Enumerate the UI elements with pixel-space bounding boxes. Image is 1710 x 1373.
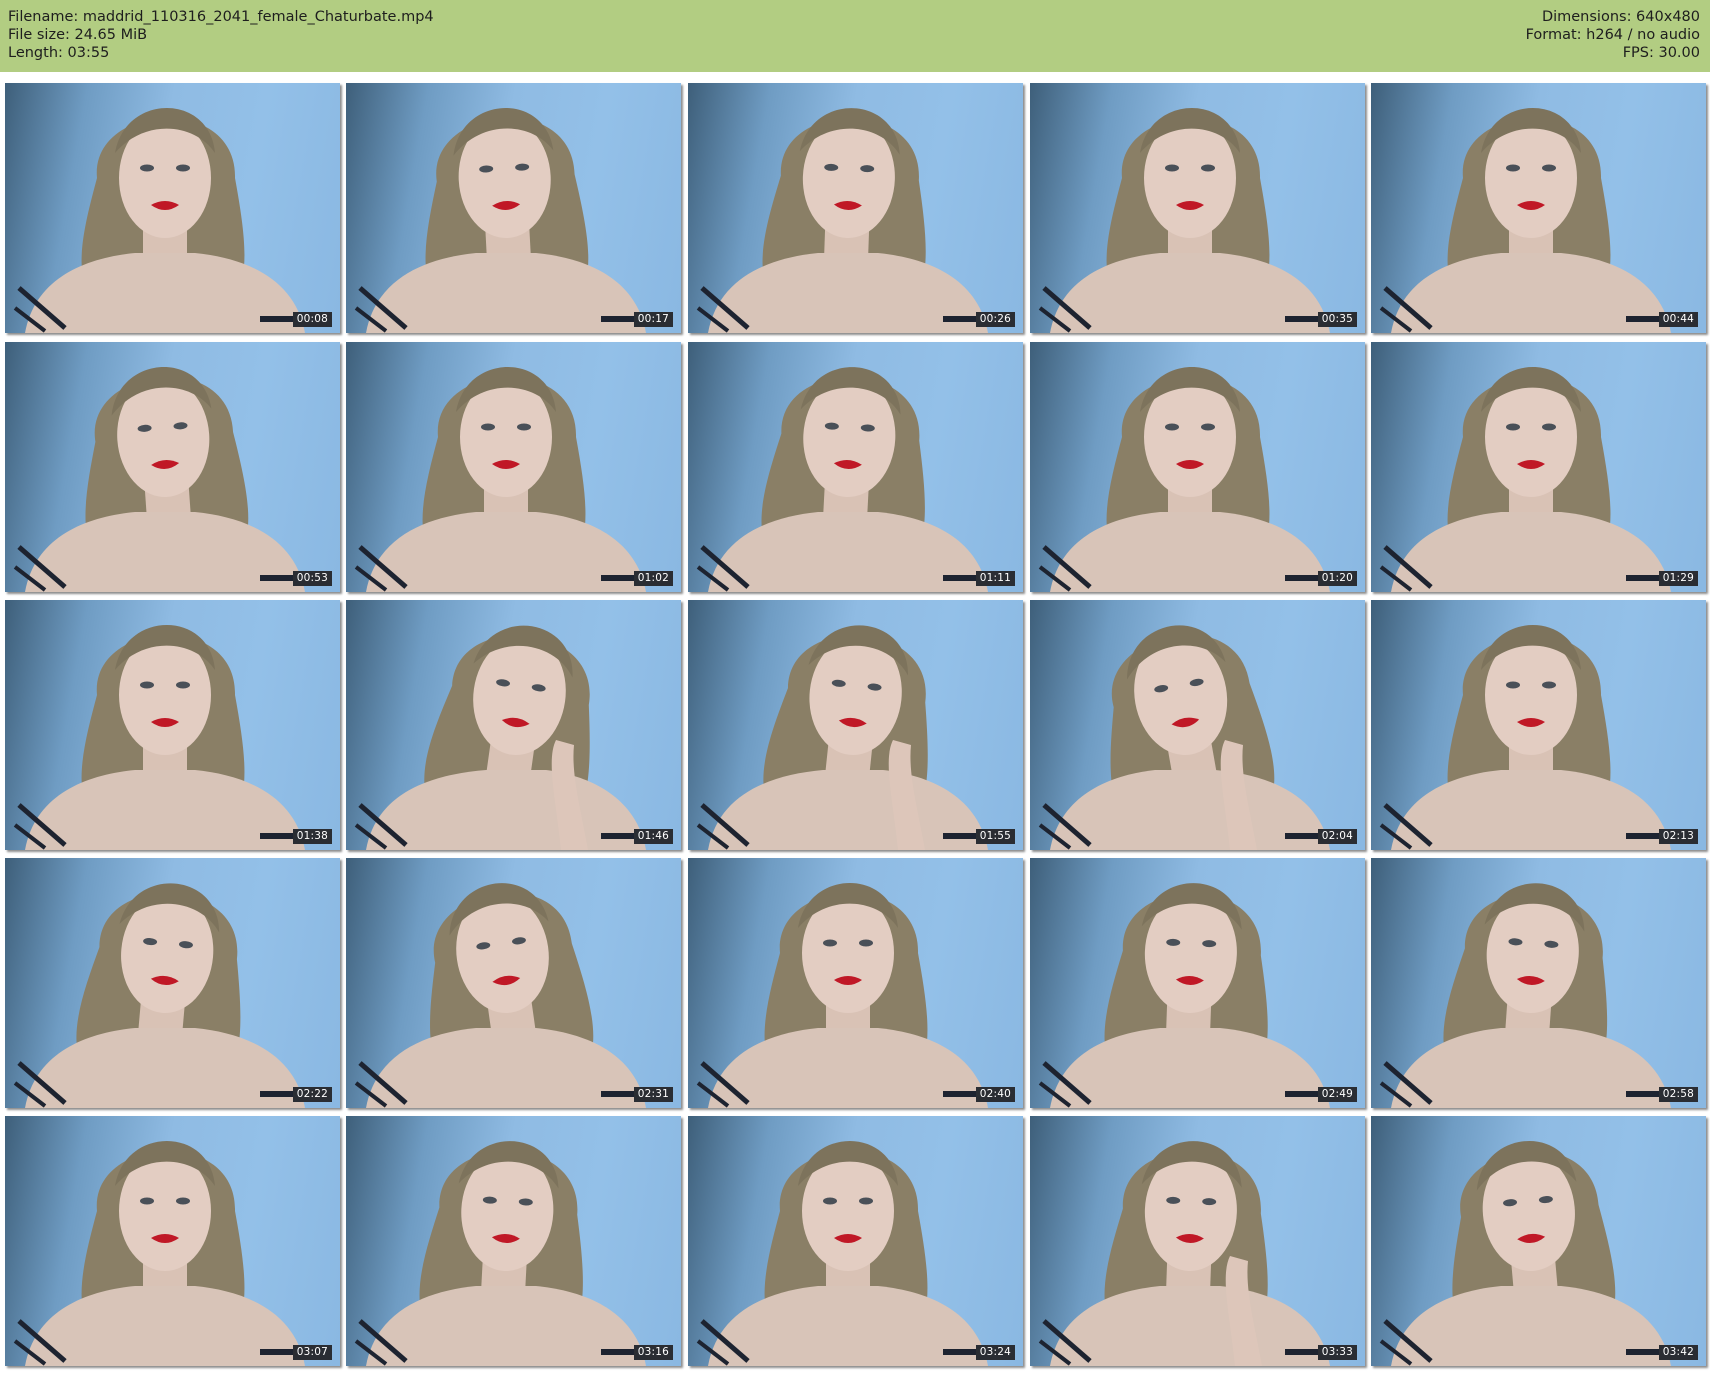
video-frame-image — [354, 883, 646, 1108]
timestamp-label: 02:04 — [1317, 829, 1357, 844]
timestamp-label: 03:33 — [1317, 1345, 1357, 1360]
video-frame-image — [13, 883, 305, 1108]
video-frame-image — [696, 108, 988, 333]
video-frame-image — [1038, 625, 1330, 850]
timestamp-label: 02:58 — [1658, 1087, 1698, 1102]
video-frame-image — [1379, 1140, 1671, 1366]
timestamp-label: 03:07 — [292, 1345, 332, 1360]
thumbnail-frame: 01:46 — [346, 600, 681, 850]
file-size-text: File size: 24.65 MiB — [8, 27, 148, 43]
video-frame-image — [13, 108, 305, 333]
dimensions-text: Dimensions: 640x480 — [1541, 9, 1700, 25]
timestamp-label: 03:24 — [975, 1345, 1015, 1360]
timestamp-label: 03:16 — [633, 1345, 673, 1360]
video-frame-image — [13, 1141, 305, 1366]
format-text: Format: h264 / no audio — [1525, 27, 1700, 43]
thumbnail-frame: 00:08 — [5, 83, 340, 333]
thumbnail-frame: 03:07 — [5, 1116, 340, 1366]
thumbnail-frame: 02:04 — [1030, 600, 1365, 850]
video-frame-image — [354, 625, 646, 850]
timestamp-label: 01:11 — [975, 571, 1015, 586]
timestamp-label: 01:20 — [1317, 571, 1357, 586]
timestamp-label: 01:46 — [633, 829, 673, 844]
timestamp-label: 00:44 — [1658, 312, 1698, 327]
thumbnail-frame: 01:20 — [1030, 342, 1365, 592]
video-frame-image — [1038, 367, 1330, 592]
timestamp-label: 02:49 — [1317, 1087, 1357, 1102]
filename-text: Filename: maddrid_110316_2041_female_Cha… — [8, 9, 434, 25]
thumbnail-frame: 03:16 — [346, 1116, 681, 1366]
thumbnail-frame: 02:13 — [1371, 600, 1706, 850]
thumbnail-frame: 00:44 — [1371, 83, 1706, 333]
timestamp-label: 00:26 — [975, 312, 1015, 327]
video-frame-image — [13, 366, 305, 592]
header-right-info: Dimensions: 640x480 Format: h264 / no au… — [1526, 8, 1700, 62]
timestamp-label: 02:13 — [1658, 829, 1698, 844]
timestamp-label: 00:08 — [292, 312, 332, 327]
thumbnail-grid: 00:08 00:17 00:26 00:35 00:44 00:53 01:02 01:11… — [0, 80, 1710, 1373]
length-text: Length: 03:55 — [8, 45, 110, 61]
video-frame-image — [696, 625, 988, 850]
thumbnail-frame: 01:38 — [5, 600, 340, 850]
thumbnail-frame: 03:33 — [1030, 1116, 1365, 1366]
thumbnail-frame: 01:02 — [346, 342, 681, 592]
fps-text: FPS: 30.00 — [1622, 45, 1700, 61]
timestamp-label: 01:38 — [292, 829, 332, 844]
header-left-info: Filename: maddrid_110316_2041_female_Cha… — [8, 8, 434, 62]
timestamp-label: 01:55 — [975, 829, 1015, 844]
video-frame-image — [1038, 883, 1330, 1108]
video-frame-image — [696, 367, 988, 592]
video-frame-image — [1379, 625, 1671, 850]
thumbnail-frame: 00:53 — [5, 342, 340, 592]
thumbnail-frame: 02:49 — [1030, 858, 1365, 1108]
thumbnail-frame: 02:31 — [346, 858, 681, 1108]
thumbnail-frame: 02:22 — [5, 858, 340, 1108]
video-frame-image — [354, 367, 646, 592]
thumbnail-frame: 02:40 — [688, 858, 1023, 1108]
video-frame-image — [1038, 108, 1330, 333]
video-frame-image — [696, 1141, 988, 1366]
video-frame-image — [13, 625, 305, 850]
thumbnail-frame: 02:58 — [1371, 858, 1706, 1108]
thumbnail-frame: 00:17 — [346, 83, 681, 333]
thumbnail-frame: 03:24 — [688, 1116, 1023, 1366]
video-frame-image — [354, 1141, 646, 1366]
timestamp-label: 03:42 — [1658, 1345, 1698, 1360]
video-frame-image — [354, 107, 646, 333]
thumbnail-frame: 01:55 — [688, 600, 1023, 850]
timestamp-label: 00:53 — [292, 571, 332, 586]
thumbnail-frame: 00:35 — [1030, 83, 1365, 333]
video-frame-image — [1379, 108, 1671, 333]
thumbnail-frame: 03:42 — [1371, 1116, 1706, 1366]
video-frame-image — [1379, 367, 1671, 592]
thumbnail-frame: 01:11 — [688, 342, 1023, 592]
info-header: Filename: maddrid_110316_2041_female_Cha… — [0, 0, 1710, 72]
video-frame-image — [696, 883, 988, 1108]
video-frame-image — [1379, 883, 1671, 1108]
thumbnail-frame: 01:29 — [1371, 342, 1706, 592]
timestamp-label: 01:29 — [1658, 571, 1698, 586]
video-frame-image — [1038, 1141, 1330, 1366]
timestamp-label: 00:17 — [633, 312, 673, 327]
timestamp-label: 02:22 — [292, 1087, 332, 1102]
timestamp-label: 01:02 — [633, 571, 673, 586]
timestamp-label: 02:31 — [633, 1087, 673, 1102]
thumbnail-frame: 00:26 — [688, 83, 1023, 333]
timestamp-label: 02:40 — [975, 1087, 1015, 1102]
timestamp-label: 00:35 — [1317, 312, 1357, 327]
